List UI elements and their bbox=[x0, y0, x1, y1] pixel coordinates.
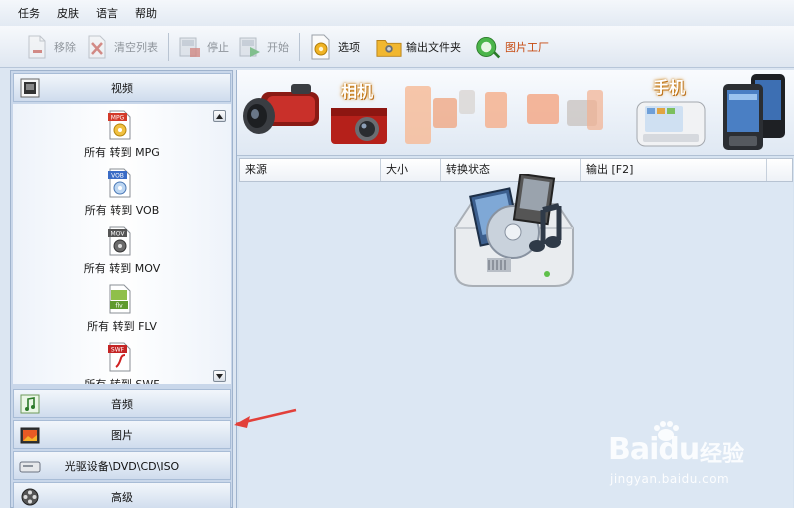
svg-text:VOB: VOB bbox=[111, 173, 124, 180]
remove-button[interactable]: 移除 bbox=[24, 31, 76, 63]
slider-phone-icon bbox=[636, 101, 706, 147]
svg-text:flv: flv bbox=[115, 303, 123, 310]
paw-icon bbox=[654, 421, 679, 441]
globe-icon bbox=[475, 34, 501, 60]
category-rom-device[interactable]: 光驱设备\DVD\CD\ISO bbox=[13, 451, 231, 480]
swf-file-icon: SWF bbox=[108, 342, 132, 372]
list-item[interactable]: VOB 所有 转到 VOB bbox=[13, 166, 213, 222]
caret-up-icon bbox=[216, 113, 223, 119]
clear-list-button[interactable]: 清空列表 bbox=[84, 31, 158, 63]
device-banner: 相机 手机 bbox=[237, 70, 794, 156]
pda-phone-icon bbox=[723, 74, 785, 150]
blurred-region bbox=[405, 86, 431, 144]
red-arrow-icon bbox=[234, 408, 297, 428]
column-source[interactable]: 来源 bbox=[240, 159, 381, 181]
clear-icon bbox=[84, 34, 110, 60]
document-icon bbox=[24, 34, 50, 60]
stop-film-icon bbox=[177, 34, 203, 60]
folder-icon bbox=[376, 34, 402, 60]
column-output[interactable]: 输出 [F2] bbox=[581, 159, 767, 181]
options-button[interactable]: 选项 bbox=[308, 31, 360, 63]
baidu-watermark: Baidu 经验 jingyan.baidu.com bbox=[608, 420, 788, 492]
output-folder-button[interactable]: 输出文件夹 bbox=[376, 31, 461, 63]
gear-icon bbox=[308, 34, 334, 60]
flv-file-icon: flv bbox=[108, 284, 132, 314]
list-item[interactable]: flv 所有 转到 FLV bbox=[13, 282, 213, 338]
music-note-icon bbox=[19, 393, 41, 415]
category-video[interactable]: 视频 bbox=[13, 73, 231, 102]
menu-language[interactable]: 语言 bbox=[96, 5, 118, 21]
film-reel-icon bbox=[19, 486, 41, 508]
watermark-url: jingyan.baidu.com bbox=[610, 472, 730, 486]
film-clapper-icon bbox=[19, 77, 41, 99]
svg-text:MPG: MPG bbox=[111, 115, 125, 122]
menu-task[interactable]: 任务 bbox=[18, 5, 40, 21]
mpg-file-icon: MPG bbox=[108, 110, 132, 140]
vob-file-icon: VOB bbox=[108, 168, 132, 198]
disc-drive-icon bbox=[19, 455, 41, 477]
blurred-region bbox=[459, 90, 475, 114]
blurred-region bbox=[485, 92, 507, 128]
category-picture[interactable]: 图片 bbox=[13, 420, 231, 449]
list-item[interactable]: SWF 所有 转到 SWF bbox=[13, 340, 213, 384]
watermark-cn: 经验 bbox=[700, 442, 745, 467]
phone-tag: 手机 bbox=[653, 78, 686, 97]
blurred-region bbox=[527, 94, 559, 124]
start-film-icon bbox=[237, 34, 263, 60]
category-audio[interactable]: 音频 bbox=[13, 389, 231, 418]
scroll-down-button[interactable] bbox=[213, 370, 226, 382]
toolbar-separator bbox=[168, 32, 169, 61]
stop-button[interactable]: 停止 bbox=[177, 31, 229, 63]
camera-icon bbox=[331, 108, 387, 144]
mov-file-icon: MOV bbox=[108, 226, 132, 256]
category-panel: 视频 MPG 所有 转到 MPG VOB 所有 转到 VOB MOV 所有 转到… bbox=[10, 70, 233, 508]
menu-skin[interactable]: 皮肤 bbox=[57, 5, 79, 21]
toolbar: 移除 清空列表 停止 开始 选项 输出文件夹 图片工厂 bbox=[0, 26, 794, 68]
list-item[interactable]: MPG 所有 转到 MPG bbox=[13, 108, 213, 164]
column-filler bbox=[767, 159, 792, 181]
category-advanced[interactable]: 高级 bbox=[13, 482, 231, 508]
menu-help[interactable]: 帮助 bbox=[135, 5, 157, 21]
toolbar-separator bbox=[299, 32, 300, 61]
format-factory-logo-icon bbox=[454, 174, 574, 287]
video-format-list: MPG 所有 转到 MPG VOB 所有 转到 VOB MOV 所有 转到 MO… bbox=[13, 104, 231, 384]
svg-text:MOV: MOV bbox=[111, 231, 126, 238]
picture-factory-button[interactable]: 图片工厂 bbox=[475, 31, 549, 63]
scroll-up-button[interactable] bbox=[213, 110, 226, 122]
column-size[interactable]: 大小 bbox=[381, 159, 441, 181]
start-button[interactable]: 开始 bbox=[237, 31, 289, 63]
blurred-region bbox=[587, 90, 603, 130]
picture-icon bbox=[19, 424, 41, 446]
list-item[interactable]: MOV 所有 转到 MOV bbox=[13, 224, 213, 280]
camcorder-icon bbox=[243, 84, 319, 134]
camera-tag: 相机 bbox=[341, 82, 374, 101]
caret-down-icon bbox=[216, 373, 223, 379]
blurred-region bbox=[433, 98, 457, 128]
menu-bar: 任务 皮肤 语言 帮助 bbox=[0, 0, 794, 26]
svg-text:SWF: SWF bbox=[111, 347, 125, 354]
